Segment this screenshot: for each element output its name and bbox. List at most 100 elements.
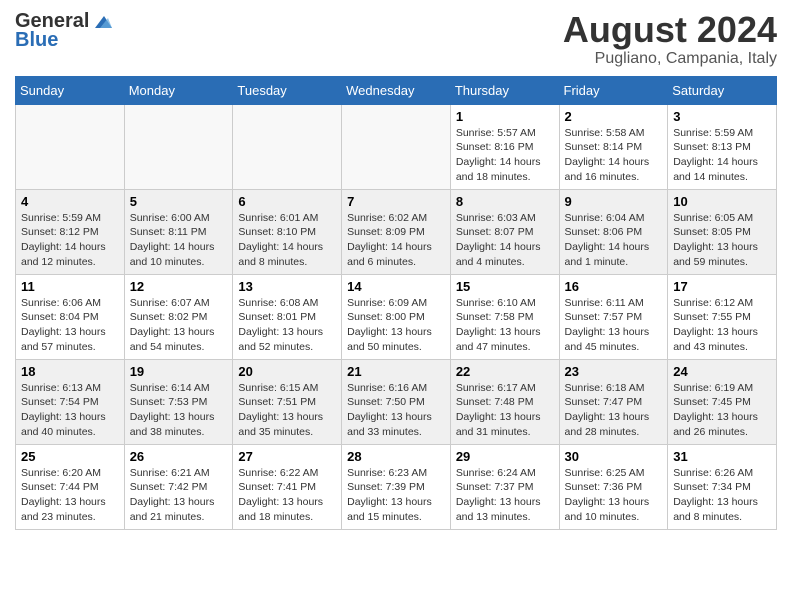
day-number: 13 (238, 279, 336, 294)
day-number: 25 (21, 449, 119, 464)
calendar-cell: 26 Sunrise: 6:21 AM Sunset: 7:42 PM Dayli… (124, 444, 233, 529)
calendar-cell: 20 Sunrise: 6:15 AM Sunset: 7:51 PM Dayli… (233, 359, 342, 444)
day-info: Sunrise: 6:21 AM Sunset: 7:42 PM Dayligh… (130, 467, 215, 523)
day-info: Sunrise: 6:15 AM Sunset: 7:51 PM Dayligh… (238, 382, 323, 438)
page-header: General Blue August 2024 Pugliano, Campa… (15, 10, 777, 68)
calendar-table: SundayMondayTuesdayWednesdayThursdayFrid… (15, 76, 777, 530)
day-info: Sunrise: 6:12 AM Sunset: 7:55 PM Dayligh… (673, 297, 758, 353)
day-info: Sunrise: 5:59 AM Sunset: 8:13 PM Dayligh… (673, 127, 758, 183)
day-number: 4 (21, 194, 119, 209)
day-info: Sunrise: 5:58 AM Sunset: 8:14 PM Dayligh… (565, 127, 650, 183)
calendar-cell: 31 Sunrise: 6:26 AM Sunset: 7:34 PM Dayli… (668, 444, 777, 529)
day-info: Sunrise: 6:24 AM Sunset: 7:37 PM Dayligh… (456, 467, 541, 523)
weekday-header: Thursday (450, 76, 559, 104)
day-info: Sunrise: 6:26 AM Sunset: 7:34 PM Dayligh… (673, 467, 758, 523)
day-info: Sunrise: 6:14 AM Sunset: 7:53 PM Dayligh… (130, 382, 215, 438)
calendar-cell (124, 104, 233, 189)
day-number: 23 (565, 364, 663, 379)
calendar-cell: 23 Sunrise: 6:18 AM Sunset: 7:47 PM Dayli… (559, 359, 668, 444)
day-number: 3 (673, 109, 771, 124)
calendar-cell: 15 Sunrise: 6:10 AM Sunset: 7:58 PM Dayli… (450, 274, 559, 359)
day-info: Sunrise: 6:13 AM Sunset: 7:54 PM Dayligh… (21, 382, 106, 438)
weekday-header: Saturday (668, 76, 777, 104)
calendar-cell: 6 Sunrise: 6:01 AM Sunset: 8:10 PM Daylig… (233, 189, 342, 274)
calendar-cell (16, 104, 125, 189)
weekday-header: Sunday (16, 76, 125, 104)
day-info: Sunrise: 6:04 AM Sunset: 8:06 PM Dayligh… (565, 212, 650, 268)
calendar-cell: 16 Sunrise: 6:11 AM Sunset: 7:57 PM Dayli… (559, 274, 668, 359)
day-number: 9 (565, 194, 663, 209)
day-info: Sunrise: 6:19 AM Sunset: 7:45 PM Dayligh… (673, 382, 758, 438)
calendar-cell: 24 Sunrise: 6:19 AM Sunset: 7:45 PM Dayli… (668, 359, 777, 444)
day-number: 6 (238, 194, 336, 209)
day-info: Sunrise: 6:20 AM Sunset: 7:44 PM Dayligh… (21, 467, 106, 523)
calendar-cell: 2 Sunrise: 5:58 AM Sunset: 8:14 PM Daylig… (559, 104, 668, 189)
calendar-cell: 11Sunrise: 6:06 AM Sunset: 8:04 PM Dayli… (16, 274, 125, 359)
calendar-cell: 18 Sunrise: 6:13 AM Sunset: 7:54 PM Dayli… (16, 359, 125, 444)
day-number: 1 (456, 109, 554, 124)
day-number: 26 (130, 449, 228, 464)
calendar-cell: 30 Sunrise: 6:25 AM Sunset: 7:36 PM Dayli… (559, 444, 668, 529)
day-info: Sunrise: 6:01 AM Sunset: 8:10 PM Dayligh… (238, 212, 323, 268)
day-number: 15 (456, 279, 554, 294)
calendar-cell: 29Sunrise: 6:24 AM Sunset: 7:37 PM Dayli… (450, 444, 559, 529)
weekday-header: Friday (559, 76, 668, 104)
calendar-week-row: 18 Sunrise: 6:13 AM Sunset: 7:54 PM Dayli… (16, 359, 777, 444)
day-info: Sunrise: 6:11 AM Sunset: 7:57 PM Dayligh… (565, 297, 650, 353)
day-info: Sunrise: 6:25 AM Sunset: 7:36 PM Dayligh… (565, 467, 650, 523)
day-info: Sunrise: 6:00 AM Sunset: 8:11 PM Dayligh… (130, 212, 215, 268)
calendar-cell (233, 104, 342, 189)
day-number: 18 (21, 364, 119, 379)
day-info: Sunrise: 6:18 AM Sunset: 7:47 PM Dayligh… (565, 382, 650, 438)
calendar-week-row: 1 Sunrise: 5:57 AM Sunset: 8:16 PM Daylig… (16, 104, 777, 189)
calendar-week-row: 25 Sunrise: 6:20 AM Sunset: 7:44 PM Dayli… (16, 444, 777, 529)
calendar-cell: 28 Sunrise: 6:23 AM Sunset: 7:39 PM Dayli… (342, 444, 451, 529)
logo-icon (90, 14, 112, 30)
calendar-cell: 27Sunrise: 6:22 AM Sunset: 7:41 PM Dayli… (233, 444, 342, 529)
day-number: 11 (21, 279, 119, 294)
day-number: 24 (673, 364, 771, 379)
day-number: 21 (347, 364, 445, 379)
day-number: 12 (130, 279, 228, 294)
day-info: Sunrise: 5:59 AM Sunset: 8:12 PM Dayligh… (21, 212, 106, 268)
day-info: Sunrise: 6:05 AM Sunset: 8:05 PM Dayligh… (673, 212, 758, 268)
calendar-subtitle: Pugliano, Campania, Italy (563, 50, 777, 68)
calendar-cell: 21Sunrise: 6:16 AM Sunset: 7:50 PM Dayli… (342, 359, 451, 444)
day-info: Sunrise: 6:22 AM Sunset: 7:41 PM Dayligh… (238, 467, 323, 523)
calendar-cell: 13 Sunrise: 6:08 AM Sunset: 8:01 PM Dayli… (233, 274, 342, 359)
weekday-header-row: SundayMondayTuesdayWednesdayThursdayFrid… (16, 76, 777, 104)
day-info: Sunrise: 5:57 AM Sunset: 8:16 PM Dayligh… (456, 127, 541, 183)
day-number: 30 (565, 449, 663, 464)
calendar-cell: 17 Sunrise: 6:12 AM Sunset: 7:55 PM Dayli… (668, 274, 777, 359)
calendar-cell: 10 Sunrise: 6:05 AM Sunset: 8:05 PM Dayli… (668, 189, 777, 274)
day-number: 19 (130, 364, 228, 379)
calendar-cell: 5Sunrise: 6:00 AM Sunset: 8:11 PM Daylig… (124, 189, 233, 274)
day-info: Sunrise: 6:17 AM Sunset: 7:48 PM Dayligh… (456, 382, 541, 438)
day-info: Sunrise: 6:09 AM Sunset: 8:00 PM Dayligh… (347, 297, 432, 353)
day-info: Sunrise: 6:23 AM Sunset: 7:39 PM Dayligh… (347, 467, 432, 523)
day-info: Sunrise: 6:10 AM Sunset: 7:58 PM Dayligh… (456, 297, 541, 353)
day-number: 8 (456, 194, 554, 209)
calendar-cell: 8 Sunrise: 6:03 AM Sunset: 8:07 PM Daylig… (450, 189, 559, 274)
day-info: Sunrise: 6:08 AM Sunset: 8:01 PM Dayligh… (238, 297, 323, 353)
weekday-header: Tuesday (233, 76, 342, 104)
calendar-cell: 22Sunrise: 6:17 AM Sunset: 7:48 PM Dayli… (450, 359, 559, 444)
calendar-cell: 12Sunrise: 6:07 AM Sunset: 8:02 PM Dayli… (124, 274, 233, 359)
calendar-title: August 2024 (563, 10, 777, 50)
day-info: Sunrise: 6:02 AM Sunset: 8:09 PM Dayligh… (347, 212, 432, 268)
day-number: 10 (673, 194, 771, 209)
day-number: 31 (673, 449, 771, 464)
day-info: Sunrise: 6:03 AM Sunset: 8:07 PM Dayligh… (456, 212, 541, 268)
calendar-cell: 4 Sunrise: 5:59 AM Sunset: 8:12 PM Daylig… (16, 189, 125, 274)
day-number: 16 (565, 279, 663, 294)
day-number: 20 (238, 364, 336, 379)
day-number: 7 (347, 194, 445, 209)
weekday-header: Monday (124, 76, 233, 104)
title-section: August 2024 Pugliano, Campania, Italy (563, 10, 777, 68)
calendar-cell (342, 104, 451, 189)
calendar-cell: 25 Sunrise: 6:20 AM Sunset: 7:44 PM Dayli… (16, 444, 125, 529)
day-number: 28 (347, 449, 445, 464)
day-number: 2 (565, 109, 663, 124)
day-number: 17 (673, 279, 771, 294)
calendar-week-row: 11Sunrise: 6:06 AM Sunset: 8:04 PM Dayli… (16, 274, 777, 359)
